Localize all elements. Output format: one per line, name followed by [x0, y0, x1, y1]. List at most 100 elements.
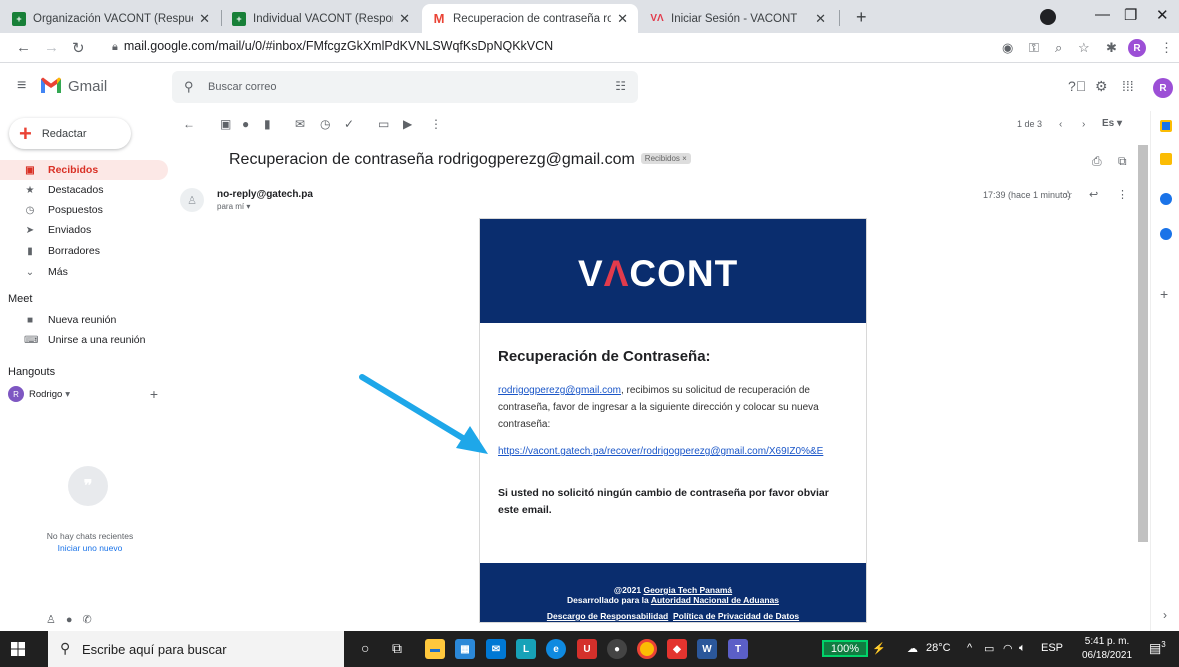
- browser-tab-2[interactable]: + Individual VACONT (Responses) - ✕: [222, 4, 420, 33]
- person-icon[interactable]: ♙: [46, 614, 66, 626]
- sidebar-item-more[interactable]: ⌄ Más: [0, 262, 168, 282]
- restore-icon[interactable]: ❐: [1124, 6, 1137, 24]
- add-chat-icon[interactable]: +: [150, 386, 158, 402]
- browser-tab-1[interactable]: + Organización VACONT (Respuest ✕: [2, 4, 220, 33]
- key-icon[interactable]: ⚿: [1029, 40, 1039, 56]
- hangouts-user[interactable]: R Rodrigo ▾ +: [8, 386, 158, 402]
- window-close-icon[interactable]: ✕: [1156, 6, 1169, 24]
- close-icon[interactable]: ✕: [815, 11, 826, 27]
- delete-icon[interactable]: ▮: [264, 117, 271, 131]
- sender-email[interactable]: no-reply@gatech.pa: [217, 189, 313, 200]
- prev-icon[interactable]: ‹: [1059, 119, 1062, 130]
- sidebar-item-inbox[interactable]: ▣ Recibidos: [0, 160, 168, 180]
- archive-icon[interactable]: ▣: [220, 117, 231, 131]
- contacts-icon[interactable]: [1160, 228, 1172, 240]
- add-task-icon[interactable]: ✓: [344, 117, 354, 131]
- snooze-icon[interactable]: ◷: [320, 117, 330, 131]
- tab-search-icon[interactable]: [1040, 9, 1056, 25]
- profile-avatar[interactable]: R: [1128, 39, 1146, 57]
- phone-icon[interactable]: ✆: [83, 614, 102, 626]
- privacy-link[interactable]: Política de Privacidad de Datos: [673, 611, 799, 621]
- recipient-link[interactable]: rodrigogperezg@gmail.com: [498, 385, 621, 396]
- shield-app-icon[interactable]: U: [577, 639, 597, 659]
- keep-icon[interactable]: [1160, 153, 1172, 165]
- volume-icon[interactable]: 🔈︎: [1019, 642, 1026, 655]
- sidebar-item-drafts[interactable]: ▮ Borradores: [0, 241, 168, 261]
- browser-tab-4[interactable]: VΛ Iniciar Sesión - VACONT ✕: [640, 4, 836, 33]
- report-spam-icon[interactable]: ●: [242, 117, 249, 131]
- cortana-icon[interactable]: ○: [361, 640, 369, 656]
- get-addons-icon[interactable]: +: [1160, 286, 1168, 302]
- task-view-icon[interactable]: ⧉: [392, 640, 402, 657]
- mark-unread-icon[interactable]: ✉: [295, 117, 305, 131]
- company-link[interactable]: Georgia Tech Panamá: [643, 585, 732, 595]
- settings-gear-icon[interactable]: ⚙: [1095, 78, 1108, 95]
- input-tools-button[interactable]: Es ▾: [1102, 118, 1122, 129]
- more-vert-icon[interactable]: ⋮: [1160, 40, 1173, 56]
- close-icon[interactable]: ✕: [199, 11, 210, 27]
- anydesk-icon[interactable]: ◆: [667, 639, 687, 659]
- battery-icon[interactable]: ▭: [984, 642, 994, 655]
- vpn-icon[interactable]: ●: [607, 639, 627, 659]
- apps-grid-icon[interactable]: ⁞⁞⁞: [1122, 78, 1134, 94]
- tasks-icon[interactable]: [1160, 193, 1172, 205]
- help-icon[interactable]: ?⃝: [1068, 78, 1086, 94]
- chat-icon[interactable]: ●: [66, 614, 83, 626]
- input-language[interactable]: ESP: [1041, 642, 1063, 654]
- search-icon[interactable]: ⚲: [184, 79, 194, 95]
- reply-icon[interactable]: ↩: [1089, 188, 1098, 201]
- extensions-icon[interactable]: ✱: [1106, 40, 1117, 56]
- recipient-dropdown[interactable]: para mí ▾: [217, 202, 250, 211]
- star-icon[interactable]: ☆: [1063, 188, 1073, 201]
- calendar-icon[interactable]: [1160, 120, 1172, 132]
- file-explorer-icon[interactable]: ▬: [425, 639, 445, 659]
- word-icon[interactable]: W: [697, 639, 717, 659]
- taskbar-search-input[interactable]: ⚲ Escribe aquí para buscar: [48, 631, 344, 667]
- notification-icon[interactable]: ▤3: [1149, 640, 1166, 656]
- more-vert-icon[interactable]: ⋮: [430, 117, 442, 131]
- wifi-icon[interactable]: ◠: [1003, 642, 1013, 655]
- close-icon[interactable]: ✕: [617, 11, 628, 27]
- sidebar-item-join-meeting[interactable]: ⌨ Unirse a una reunión: [0, 330, 168, 350]
- back-to-inbox-icon[interactable]: ←: [183, 117, 195, 131]
- eye-icon[interactable]: ◉: [1002, 40, 1013, 56]
- weather-icon[interactable]: ☁: [907, 642, 918, 655]
- recover-link[interactable]: https://vacont.gatech.pa/recover/rodrigo…: [498, 446, 823, 457]
- disclaimer-link[interactable]: Descargo de Responsabilidad: [547, 611, 668, 621]
- back-icon[interactable]: ←: [16, 39, 31, 56]
- inbox-label-chip[interactable]: Recibidos ×: [640, 153, 691, 164]
- zoom-icon[interactable]: ⌕: [1055, 40, 1062, 56]
- sidebar-item-snoozed[interactable]: ◷ Pospuestos: [0, 200, 168, 220]
- label-icon[interactable]: ▶: [403, 117, 412, 131]
- chevron-right-icon[interactable]: ›: [1163, 608, 1167, 622]
- client-link[interactable]: Autoridad Nacional de Aduanas: [651, 595, 779, 605]
- compose-button[interactable]: + Redactar: [9, 118, 131, 149]
- chevron-up-icon[interactable]: ^: [967, 642, 972, 654]
- sidebar-item-new-meeting[interactable]: ■ Nueva reunión: [0, 310, 168, 330]
- print-icon[interactable]: ⎙: [1092, 154, 1102, 169]
- sidebar-item-starred[interactable]: ★ Destacados: [0, 180, 168, 200]
- close-icon[interactable]: ✕: [399, 11, 410, 27]
- account-avatar[interactable]: R: [1153, 78, 1173, 98]
- edge-icon[interactable]: e: [546, 639, 566, 659]
- scrollbar[interactable]: [1138, 145, 1148, 542]
- search-options-icon[interactable]: ☷: [615, 79, 626, 93]
- address-bar[interactable]: 🔒︎ mail.google.com/mail/u/0/#inbox/FMfcgz…: [112, 39, 553, 54]
- more-vert-icon[interactable]: ⋮: [1117, 188, 1128, 201]
- browser-tab-3[interactable]: M Recuperacion de contraseña rodr ✕: [422, 4, 638, 33]
- teams-icon[interactable]: T: [728, 639, 748, 659]
- reload-icon[interactable]: ↻: [72, 39, 85, 57]
- mail-app-icon[interactable]: ✉: [486, 639, 506, 659]
- move-to-icon[interactable]: ▭: [378, 117, 389, 131]
- zoom-indicator[interactable]: 100%: [822, 640, 868, 657]
- next-icon[interactable]: ›: [1082, 119, 1085, 130]
- sidebar-item-sent[interactable]: ➤ Enviados: [0, 220, 168, 240]
- new-tab-icon[interactable]: +: [856, 7, 867, 28]
- minimize-icon[interactable]: —: [1095, 6, 1110, 23]
- search-input[interactable]: ⚲ Buscar correo ☷: [172, 71, 638, 103]
- taskbar-clock[interactable]: 5:41 p. m. 06/18/2021: [1082, 635, 1132, 663]
- plug-icon[interactable]: ⚡: [872, 642, 886, 655]
- windows-start-icon[interactable]: [11, 642, 25, 656]
- store-icon[interactable]: ▦: [455, 639, 475, 659]
- forward-icon[interactable]: →: [44, 39, 59, 56]
